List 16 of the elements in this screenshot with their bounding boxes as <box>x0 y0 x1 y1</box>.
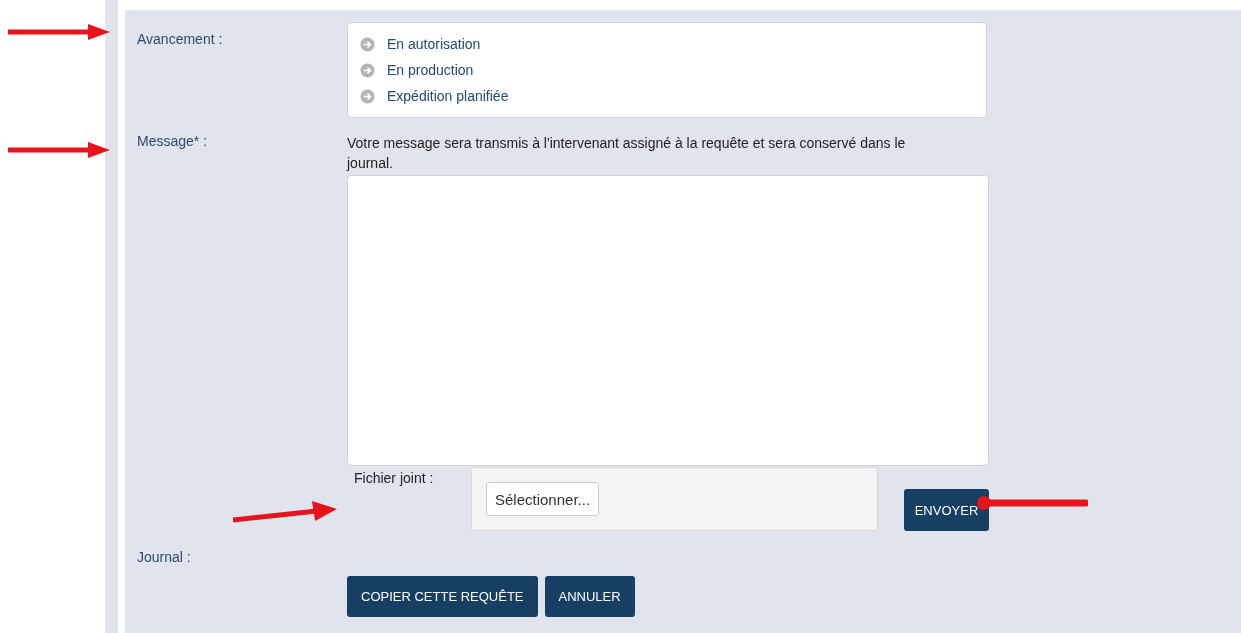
help-text: Votre message sera transmis à l'intervenant assigné à la requête et sera conservé dans le journal. <box>347 134 907 173</box>
field-label: Message* : <box>137 133 209 149</box>
field-label: Avancement : <box>137 30 224 47</box>
message-field[interactable] <box>347 175 989 466</box>
select-file-button[interactable]: Sélectionner... <box>486 482 600 516</box>
attachment-label: Fichier joint : <box>353 469 435 486</box>
arrow-circle-icon <box>360 62 375 78</box>
action-button[interactable]: COPIER CETTE REQUÊTE <box>347 576 538 617</box>
status-link[interactable]: En autorisation <box>387 36 481 52</box>
status-link[interactable]: Expédition planifiée <box>387 88 509 104</box>
action-button[interactable]: ANNULER <box>544 576 635 617</box>
arrow-circle-icon <box>360 88 375 104</box>
send-button[interactable]: ENVOYER <box>904 489 989 531</box>
status-link[interactable]: En production <box>387 62 474 78</box>
field-label: Journal : <box>137 549 192 565</box>
arrow-circle-icon <box>360 36 375 52</box>
